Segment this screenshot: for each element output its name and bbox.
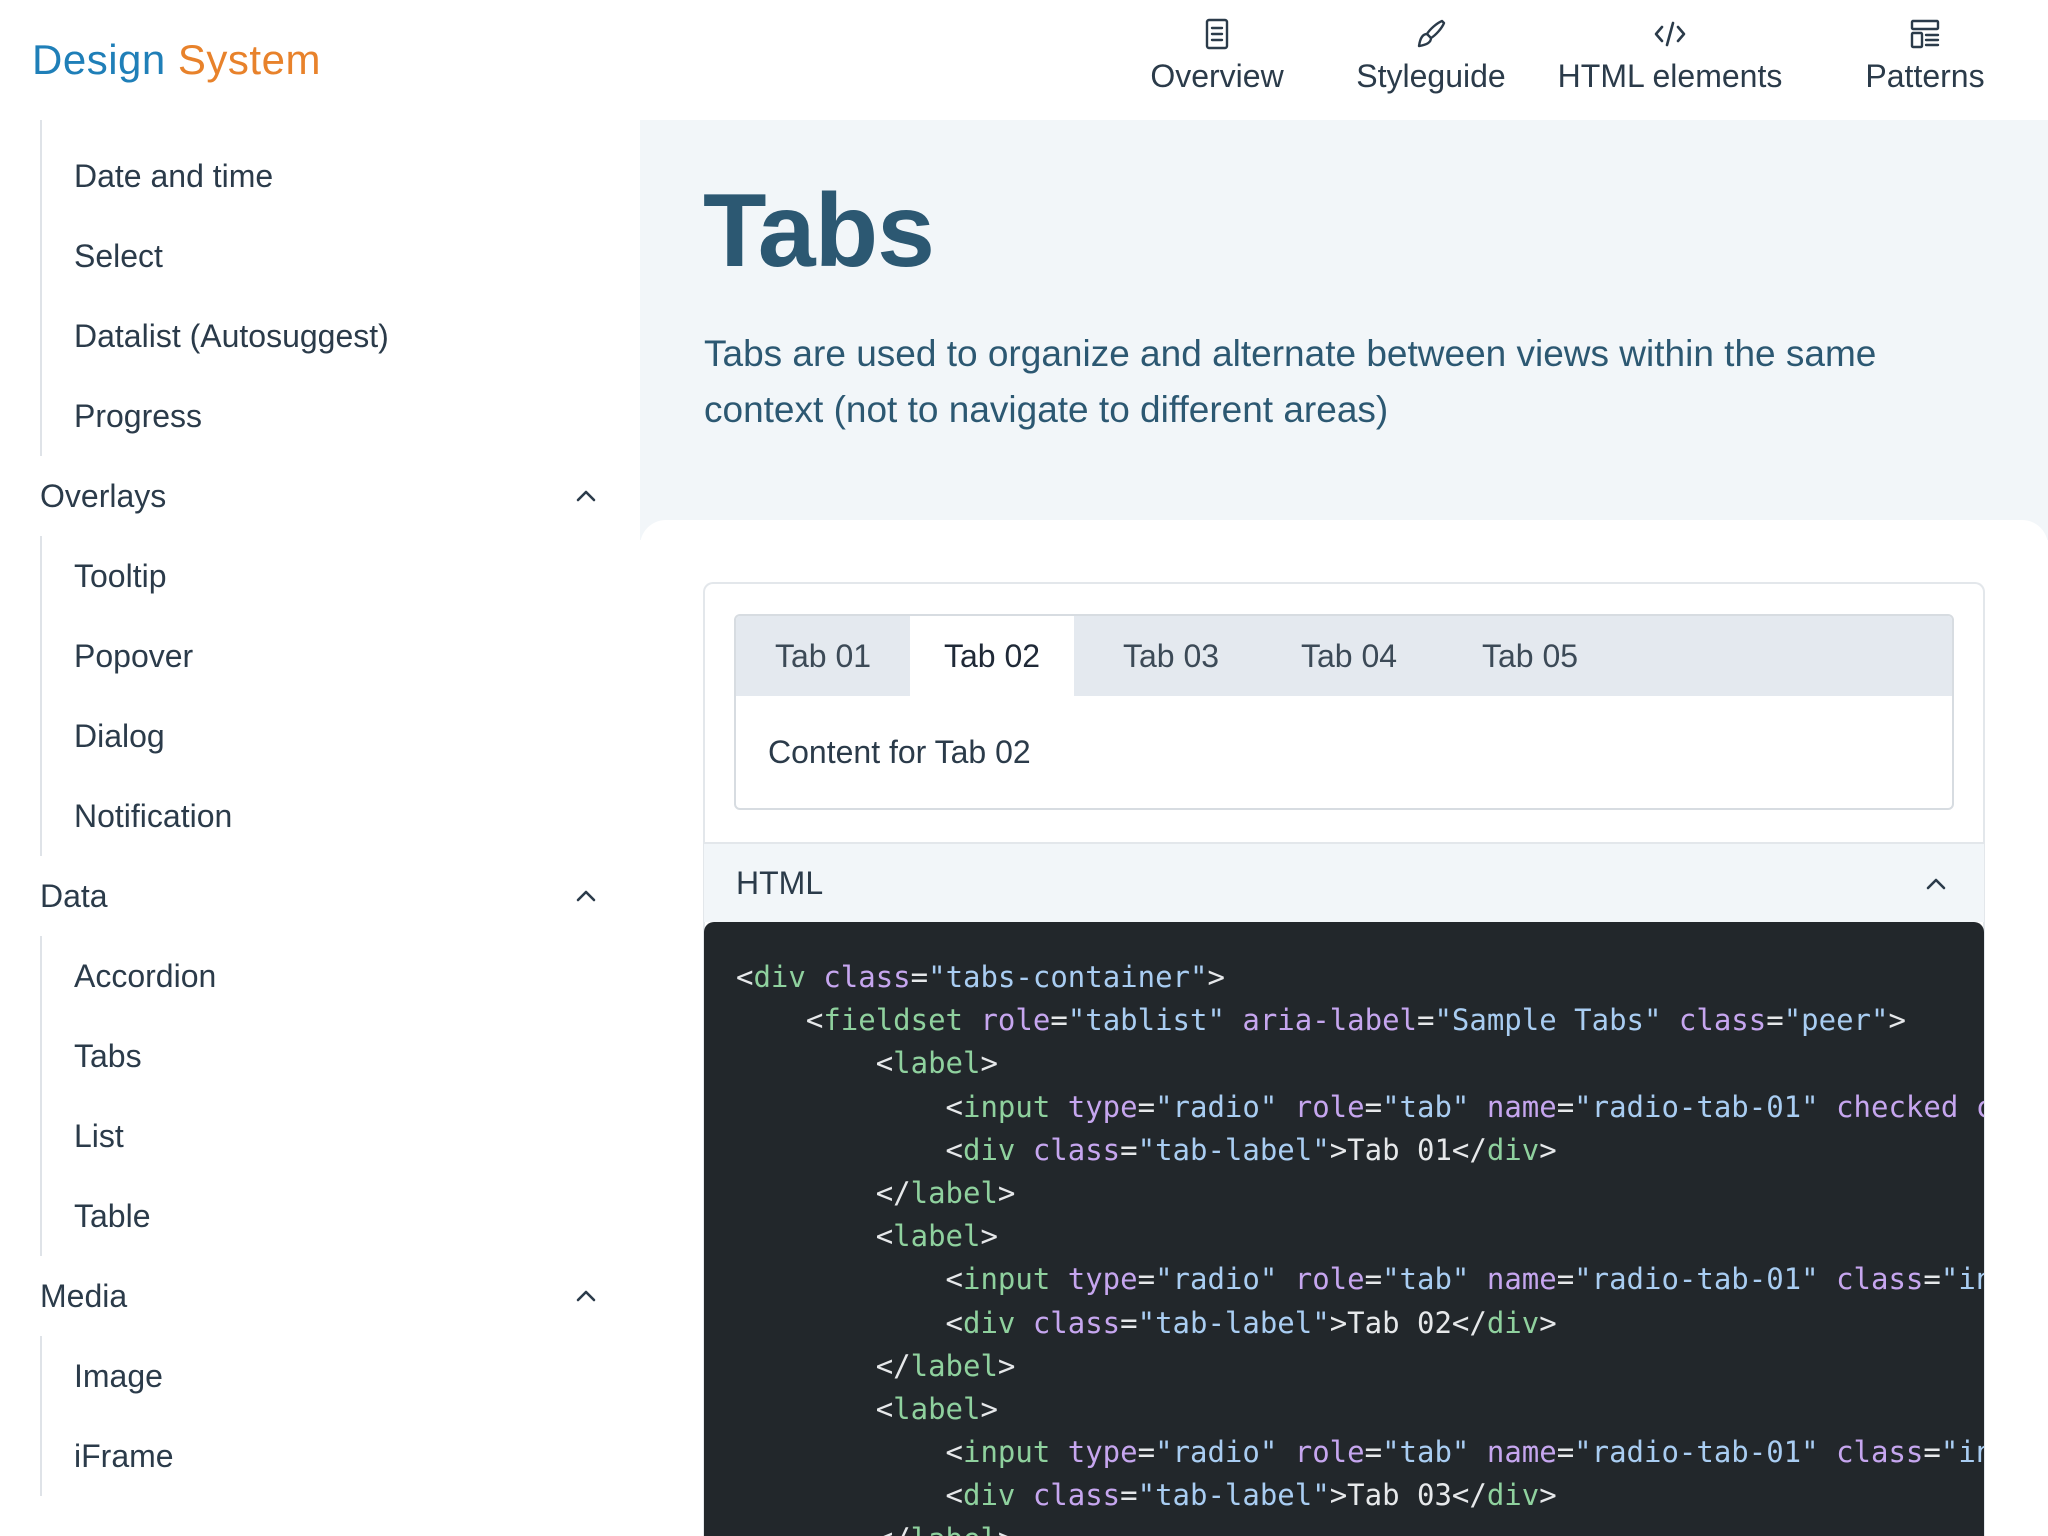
sidebar-group-data[interactable]: Data xyxy=(40,866,600,926)
brand-logo[interactable]: Design System xyxy=(32,36,321,84)
layout-icon xyxy=(1910,19,1940,49)
chevron-up-icon xyxy=(576,890,596,902)
brand-word-system: System xyxy=(177,36,321,83)
html-code-toggle[interactable]: HTML xyxy=(704,842,1984,922)
code-line: </label> xyxy=(736,1522,1016,1536)
code-line: <label> xyxy=(875,1219,998,1254)
sidebar-item-progress[interactable]: Progress xyxy=(74,386,202,446)
code-line: <label> xyxy=(875,1392,998,1427)
html-code-label: HTML xyxy=(736,864,824,901)
code-line: <input type="radio" role="tab" name="rad… xyxy=(945,1089,1984,1124)
sidebar-group-label: Data xyxy=(40,877,108,914)
sidebar-item-notification[interactable]: Notification xyxy=(74,786,232,846)
sidebar-rail xyxy=(40,1336,42,1496)
code-line: <input type="radio" role="tab" name="rad… xyxy=(945,1262,1984,1297)
tab-list: Tab 01 Tab 02 Tab 03 Tab 04 Tab 05 xyxy=(736,616,1952,696)
brush-icon xyxy=(1417,19,1446,48)
page-description: Tabs are used to organize and alternate … xyxy=(704,333,1877,430)
top-header: Design System Overview Styleguide HTML e… xyxy=(0,0,2048,120)
nav-overview-label: Overview xyxy=(1150,58,1284,94)
sidebar-item-popover[interactable]: Popover xyxy=(74,626,193,686)
sidebar-item-tabs[interactable]: Tabs xyxy=(74,1026,142,1086)
nav-patterns-label: Patterns xyxy=(1865,58,1985,94)
sidebar-group-overlays[interactable]: Overlays xyxy=(40,466,600,526)
sidebar-rail xyxy=(40,120,42,456)
code-block[interactable]: <div class="tabs-container"> <fieldset r… xyxy=(704,922,1984,1536)
tab-05[interactable]: Tab 05 xyxy=(1430,616,1630,696)
nav-overview[interactable]: Overview xyxy=(1110,0,1324,120)
sidebar-group-label: Media xyxy=(40,1277,128,1314)
tabs-demo: Tab 01 Tab 02 Tab 03 Tab 04 Tab 05 Conte… xyxy=(734,614,1954,810)
sidebar-item-iframe[interactable]: iFrame xyxy=(74,1426,174,1486)
sidebar-item-datalist[interactable]: Datalist (Autosuggest) xyxy=(74,306,389,366)
tab-02[interactable]: Tab 02 xyxy=(910,616,1074,696)
sidebar-item-table[interactable]: Table xyxy=(74,1186,151,1246)
sidebar-item-tooltip[interactable]: Tooltip xyxy=(74,546,167,606)
nav-styleguide-label: Styleguide xyxy=(1356,58,1506,94)
sidebar-rail xyxy=(40,936,42,1256)
code-line: <div class="tab-label">Tab 03</div> xyxy=(945,1478,1557,1513)
tab-01[interactable]: Tab 01 xyxy=(736,616,910,696)
code-line: <fieldset role="tablist" aria-label="Sam… xyxy=(805,1003,1906,1038)
chevron-up-icon xyxy=(576,1290,596,1302)
top-navigation: Overview Styleguide HTML elements Patter… xyxy=(1110,0,2048,120)
code-text: <div class="tabs-container"> <fieldset r… xyxy=(736,956,1984,1536)
brand-word-design: Design xyxy=(32,36,166,83)
code-line: <div class="tab-label">Tab 01</div> xyxy=(945,1132,1557,1167)
code-icon xyxy=(1654,21,1686,47)
nav-styleguide[interactable]: Styleguide xyxy=(1324,0,1538,120)
sidebar: Date and time Select Datalist (Autosugge… xyxy=(0,120,640,1536)
sidebar-item-accordion[interactable]: Accordion xyxy=(74,946,216,1006)
nav-html-elements-label: HTML elements xyxy=(1557,58,1783,94)
sidebar-group-media[interactable]: Media xyxy=(40,1266,600,1326)
tab-03[interactable]: Tab 03 xyxy=(1074,616,1268,696)
page-title: Tabs xyxy=(703,173,935,289)
sidebar-item-date-and-time[interactable]: Date and time xyxy=(74,146,273,206)
sidebar-item-list[interactable]: List xyxy=(74,1106,124,1166)
code-line: <div class="tabs-container"> xyxy=(736,960,1225,994)
sidebar-item-select[interactable]: Select xyxy=(74,226,163,286)
nav-patterns[interactable]: Patterns xyxy=(1802,0,2048,120)
tab-panel-content: Content for Tab 02 xyxy=(768,734,1031,770)
code-line: <input type="radio" role="tab" name="rad… xyxy=(945,1435,1984,1470)
sidebar-item-dialog[interactable]: Dialog xyxy=(74,706,165,766)
chevron-up-icon xyxy=(576,490,596,502)
code-line: <div class="tab-label">Tab 02</div> xyxy=(945,1305,1557,1340)
code-line: <label> xyxy=(875,1046,998,1081)
document-icon xyxy=(1205,18,1229,50)
sidebar-item-image[interactable]: Image xyxy=(74,1346,163,1406)
sidebar-rail xyxy=(40,536,42,856)
sidebar-group-label: Overlays xyxy=(40,477,167,514)
chevron-up-icon xyxy=(1926,878,1946,890)
tab-04[interactable]: Tab 04 xyxy=(1268,616,1430,696)
nav-html-elements[interactable]: HTML elements xyxy=(1538,0,1802,120)
code-line: </label> xyxy=(875,1176,1016,1211)
code-line: </label> xyxy=(875,1348,1016,1383)
